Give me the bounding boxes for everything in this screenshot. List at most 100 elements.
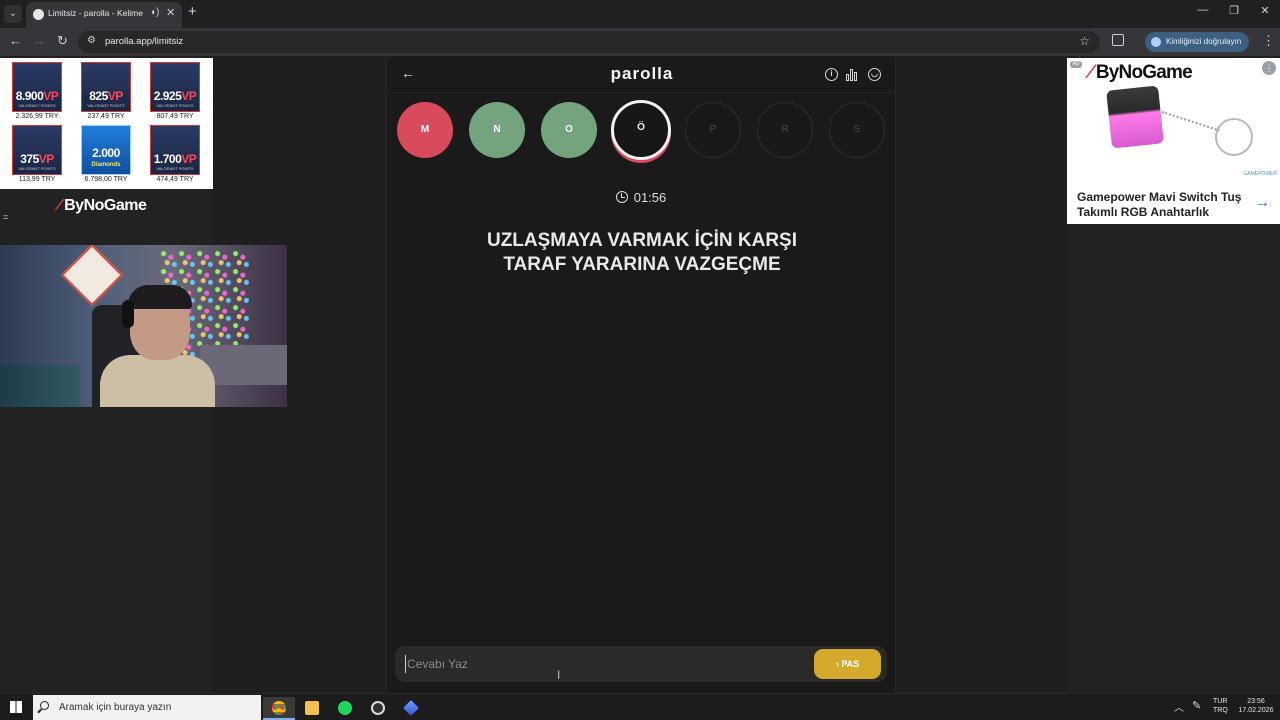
pen-icon[interactable]: ✎: [1192, 699, 1201, 712]
bookmark-star-icon[interactable]: ☆: [1079, 34, 1090, 48]
profile-chip[interactable]: Kimliğinizi doğrulayın: [1145, 32, 1249, 52]
taskbar-search[interactable]: Aramak için buraya yazın: [33, 695, 261, 720]
site-info-icon[interactable]: ⚙: [87, 35, 96, 46]
product-image: 2.000 Diamonds: [81, 125, 131, 175]
back-arrow-icon[interactable]: ←: [9, 33, 22, 48]
taskbar-search-placeholder: Aramak için buraya yazın: [59, 702, 172, 713]
letter-track: M N O Ö P R S: [397, 100, 887, 162]
restore-button[interactable]: ❐: [1219, 4, 1249, 17]
taskbar-explorer[interactable]: [296, 697, 328, 720]
clock-time: 23:56: [1247, 698, 1265, 705]
ad-banner[interactable]: AD ⋮ ⁄ ByNoGame GAMEPOWER Gamepower Mavi…: [1067, 58, 1280, 224]
game-header: ← parolla i ◡: [387, 57, 897, 93]
extensions-icon[interactable]: [1112, 34, 1124, 46]
product-price: 237,49 TRY: [87, 113, 125, 120]
new-tab-button[interactable]: +: [188, 3, 197, 20]
ad-tiny-brand: GAMEPOWER: [1243, 171, 1277, 177]
webcam-feed: [0, 245, 287, 407]
product-price: 807,49 TRY: [156, 113, 194, 120]
page-viewport: 8.900VP VALORANT POINTS 2.326,99 TRY 825…: [0, 57, 1280, 693]
browser-menu-icon[interactable]: ⋮: [1262, 33, 1275, 49]
product-amount: 375: [20, 152, 39, 166]
obs-icon: [371, 701, 385, 715]
product-amount: 825: [89, 89, 108, 103]
letter-circle: O: [541, 102, 597, 158]
stats-icon[interactable]: [846, 68, 859, 81]
question-line: TARAF YARARINA VAZGEÇME: [503, 254, 781, 275]
taskbar-obs[interactable]: [362, 697, 394, 720]
overlay-product-grid: 8.900VP VALORANT POINTS 2.326,99 TRY 825…: [0, 58, 213, 189]
product-card: 2.925VP VALORANT POINTS 807,49 TRY: [146, 62, 204, 120]
taskbar-spotify[interactable]: [329, 697, 361, 720]
tray-chevron-icon[interactable]: ︿: [1174, 699, 1184, 714]
keychain-ring: [1215, 118, 1253, 156]
product-unit: VP: [181, 152, 197, 166]
game-panel: ← parolla i ◡ M N O Ö P R S 01:56 UZLAŞM…: [386, 57, 897, 693]
ad-brand-logo: ⁄ ByNoGame: [1089, 62, 1193, 84]
product-unit: VP: [38, 152, 55, 166]
product-price: 6.798,00 TRY: [84, 176, 128, 183]
taskbar-app[interactable]: [395, 697, 427, 720]
chrome-icon: [272, 701, 286, 715]
question-line: UZLAŞMAYA VARMAK İÇİN KARŞI: [486, 230, 797, 251]
product-price: 474,49 TRY: [156, 176, 194, 183]
system-clock[interactable]: 23:56 17.02.2026: [1236, 697, 1276, 715]
forward-arrow-icon[interactable]: →: [33, 33, 46, 48]
tab-close-icon[interactable]: ✕: [166, 6, 175, 19]
url-text[interactable]: parolla.app/limitsiz: [105, 36, 183, 47]
arrow-right-icon[interactable]: →: [1254, 194, 1270, 212]
browser-toolbar: ← → ↻ ⚙ parolla.app/limitsiz ☆ Kimliğini…: [0, 28, 1280, 56]
product-card: 2.000 Diamonds 6.798,00 TRY: [77, 125, 135, 183]
product-image: 8.900VP VALORANT POINTS: [12, 62, 62, 112]
info-icon[interactable]: i: [825, 68, 838, 81]
floor-mat: [0, 365, 80, 407]
product-card: 375VP VALORANT POINTS 113,99 TRY: [8, 125, 66, 183]
tab-search-button[interactable]: ⌄: [4, 5, 22, 23]
product-image: 825VP VALORANT POINTS: [81, 62, 131, 112]
product-sub: VALORANT POINTS: [156, 103, 194, 108]
ad-info-icon[interactable]: ⋮: [1262, 61, 1276, 75]
product-amount: 8.900: [15, 89, 44, 103]
product-card: 825VP VALORANT POINTS 237,49 TRY: [77, 62, 135, 120]
address-bar[interactable]: ⚙ parolla.app/limitsiz ☆: [78, 31, 1100, 53]
product-sub: VALORANT POINTS: [156, 166, 194, 171]
windows-start-icon[interactable]: [10, 701, 22, 713]
ad-badge: AD: [1070, 61, 1082, 68]
product-sub: VALORANT POINTS: [87, 103, 125, 108]
streamer-body: [100, 355, 215, 407]
answer-bar: › PAS: [395, 646, 887, 682]
keycap-image: [1106, 85, 1164, 149]
product-amount: 2.925: [153, 89, 182, 103]
brand-mark-icon: ⁄: [1089, 62, 1096, 83]
answer-input[interactable]: [405, 655, 785, 673]
product-image: 2.925VP VALORANT POINTS: [150, 62, 200, 112]
product-unit: VP: [107, 89, 124, 103]
tab-favicon-icon: [33, 9, 44, 20]
keychain-chain: [1158, 111, 1220, 143]
letter-circle: R: [757, 102, 813, 158]
ad-title[interactable]: Gamepower Mavi Switch Tuş Takımlı RGB An…: [1077, 190, 1242, 220]
minimize-button[interactable]: —: [1188, 4, 1218, 16]
pass-button[interactable]: › PAS: [814, 649, 881, 679]
brand-title: parolla: [610, 64, 674, 83]
clock-date: 17.02.2026: [1238, 707, 1274, 714]
taskbar-chrome[interactable]: [263, 697, 295, 720]
headphones: [122, 300, 134, 328]
text-cursor-icon: I: [557, 668, 561, 682]
close-window-button[interactable]: ✕: [1250, 4, 1280, 17]
product-image: 375VP VALORANT POINTS: [12, 125, 62, 175]
active-tab[interactable]: Limitsiz - parolla - Kelime o ◖) ✕: [26, 2, 182, 28]
letter-circle: S: [829, 102, 885, 158]
tab-audio-icon[interactable]: ◖): [150, 7, 159, 18]
profile-icon[interactable]: ◡: [868, 68, 881, 81]
language-indicator[interactable]: TUR TRQ: [1213, 697, 1228, 715]
product-price: 2.326,99 TRY: [15, 113, 59, 120]
reload-icon[interactable]: ↻: [57, 33, 68, 49]
letter-circle-active: Ö: [611, 100, 671, 160]
product-amount: 2.000: [92, 146, 120, 160]
tab-title: Limitsiz - parolla - Kelime o: [48, 8, 144, 18]
product-image: 1.700VP VALORANT POINTS: [150, 125, 200, 175]
folder-icon: [305, 701, 319, 715]
pass-label: PAS: [841, 659, 860, 669]
spotify-icon: [338, 701, 352, 715]
